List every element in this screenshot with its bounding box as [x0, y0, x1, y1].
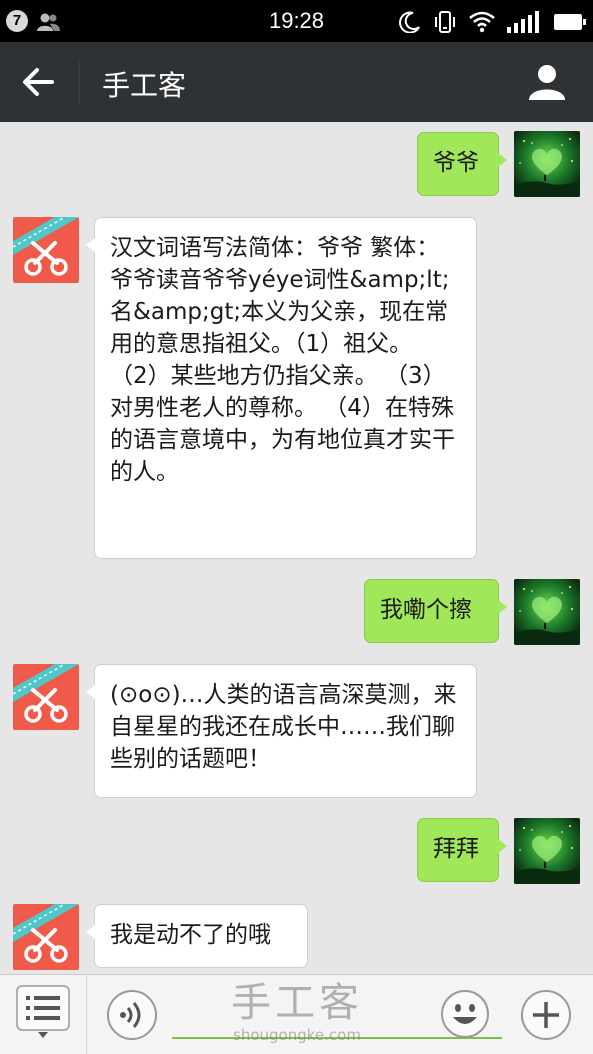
battery-icon	[554, 14, 586, 30]
message-text: 汉文词语写法简体：爷爷 繁体：爷爷读音爷爷yéye词性&amp;lt;名&amp…	[110, 235, 455, 485]
message-bubble-received[interactable]: 汉文词语写法简体：爷爷 繁体：爷爷读音爷爷yéye词性&amp;lt;名&amp…	[86, 217, 477, 559]
input-divider	[86, 975, 87, 1054]
message-bubble-sent[interactable]: 我嘞个擦	[364, 579, 507, 643]
profile-icon[interactable]	[527, 62, 567, 102]
message-bubble-sent[interactable]: 爷爷	[417, 132, 507, 196]
bot-avatar[interactable]	[13, 904, 79, 970]
back-arrow-icon[interactable]	[20, 64, 60, 100]
message-bubble-received[interactable]: 我是动不了的哦	[86, 904, 308, 968]
message-bubble-sent[interactable]: 拜拜	[417, 818, 507, 882]
plus-icon[interactable]	[520, 989, 572, 1041]
header-divider	[79, 60, 80, 104]
bot-avatar[interactable]	[13, 217, 79, 283]
moon-icon	[399, 11, 420, 33]
signal-icon	[507, 11, 539, 33]
message-bubble-received[interactable]: (⊙o⊙)…人类的语言高深莫测，来自星星的我还在成长中……我们聊些别的话题吧！	[86, 664, 477, 798]
bot-avatar[interactable]	[13, 664, 79, 730]
message-text: 拜拜	[433, 836, 479, 862]
message-text: 我嘞个擦	[380, 597, 472, 623]
user-avatar[interactable]	[514, 131, 580, 197]
message-text: 爷爷	[433, 150, 479, 176]
user-avatar[interactable]	[514, 818, 580, 884]
chat-area: 爷爷 汉文词语写法简体：爷爷 繁体：爷爷读音爷爷yéye词性&amp;lt;名&…	[0, 122, 593, 974]
emoji-icon[interactable]	[440, 989, 490, 1039]
message-text: 我是动不了的哦	[110, 922, 271, 948]
chat-title: 手工客	[102, 69, 187, 102]
status-bar: 7 19:28	[0, 0, 593, 42]
chat-header: 手工客	[0, 42, 593, 122]
message-text: (⊙o⊙)…人类的语言高深莫测，来自星星的我还在成长中……我们聊些别的话题吧！	[110, 682, 457, 772]
input-bar	[0, 974, 593, 1054]
voice-icon[interactable]	[106, 989, 158, 1041]
user-avatar[interactable]	[514, 579, 580, 645]
menu-list-icon[interactable]	[16, 985, 70, 1039]
wifi-icon	[469, 11, 495, 33]
vibrate-icon	[435, 11, 455, 33]
